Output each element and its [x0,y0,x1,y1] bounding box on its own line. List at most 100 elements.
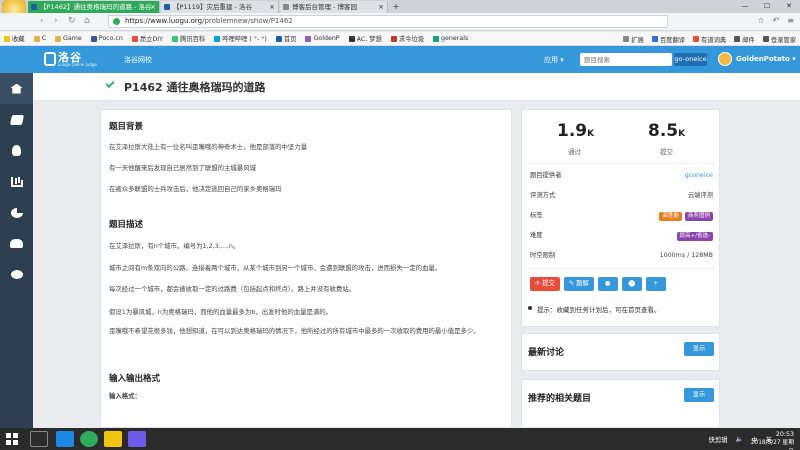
username: GoldenPotato ▾ [736,55,796,63]
close-tab-icon[interactable]: × [378,1,384,13]
volume-icon[interactable]: 🔈 [736,435,744,443]
new-tab-button[interactable]: + [390,1,402,13]
bookmark-item[interactable]: C [33,35,46,42]
bookmark-item[interactable]: GoldenP [305,35,340,42]
tag-badge[interactable]: 商务图例 [684,212,713,221]
app-icon[interactable] [128,431,146,447]
submit-label: 提交 [660,148,673,156]
maximize-button[interactable]: ☐ [756,0,778,13]
pie-chart-icon [10,207,23,218]
sidebar-item-problems[interactable] [0,104,33,135]
forward-icon[interactable]: › [54,16,58,26]
windows-start-icon[interactable] [6,433,18,445]
sidebar-item-stats[interactable] [0,197,33,228]
search-go-button[interactable]: go-oneice [674,53,707,66]
paragraph: 在艾泽拉斯，有n个城市。编号为1,2,3,...,n。 [109,242,240,250]
site-icon [433,35,440,42]
divider [528,268,715,269]
tab-blog-admin[interactable]: 博客后台管理 - 博客园 × [280,1,388,13]
add-task-button[interactable]: + [645,277,666,291]
secure-lock-icon [113,18,120,25]
paragraph: 每次经过一个城市，都会被收取一定的过路费（包括起点和终点）。路上并没有收费站。 [109,285,356,293]
accepted-check-icon [105,78,115,89]
chat-icon [10,270,23,279]
submit-button[interactable]: ✈ 提交 [530,277,560,291]
bookmark-item[interactable]: 昂立DIY [131,34,163,43]
bookmark-item[interactable]: 腾讯百科 [172,34,205,43]
sidebar-item-ideas[interactable] [0,135,33,166]
bookmark-item[interactable]: Game [55,35,82,42]
show-discussion-button[interactable]: 显示 [684,342,714,356]
bookmark-item[interactable]: 首页 [275,34,296,43]
lightbulb-icon [12,145,21,156]
site-school-link[interactable]: 洛谷网校 [124,55,152,65]
bookmark-item[interactable]: 求今垃圾 [390,34,424,43]
browser-tab-strip: 【P1462】通往奥格瑞玛的道路 - 洛谷 × 【P1119】灾后重建 - 洛谷… [0,0,800,28]
reload-icon[interactable]: ↻ [68,16,76,26]
ie-icon[interactable] [56,431,74,447]
extensions-button[interactable]: 扩展 [623,35,644,44]
bookmark-item[interactable]: 哔哩哔哩 ( °- °) [214,34,267,43]
tag-badge[interactable]: 高性能 [659,212,682,221]
tray-item[interactable]: 快剪辑 [709,435,728,444]
home-icon[interactable]: ⌂ [84,16,90,26]
paragraph: 在被众多联盟的士兵攻击后，他决定逃回自己的家乡奥格瑞玛 [109,185,282,193]
folder-icon [33,35,40,42]
tab-p1462[interactable]: 【P1462】通往奥格瑞玛的道路 - 洛谷 × [28,1,160,13]
card-title: 推荐的相关题目 [528,394,592,404]
youdao-button[interactable]: 有道词典 [693,35,726,44]
bookmark-item[interactable]: 收藏 [4,34,25,43]
minimize-button[interactable]: — [734,0,756,13]
bookmark-item[interactable]: generals [433,35,468,42]
sidebar-item-teams[interactable] [0,228,33,259]
recommended-problems-card: 推荐的相关题目 显示 [521,379,720,428]
info-row-tags: 标签 高性能 商务图例 [530,210,713,222]
undo-icon[interactable]: ↶ [773,16,780,25]
user-menu[interactable]: GoldenPotato ▾ [718,52,796,66]
task-view-icon[interactable] [30,431,48,447]
star-icon [4,35,10,42]
mail-button[interactable]: 邮件 [734,35,755,44]
provider-link[interactable]: gconeice [685,170,713,182]
divider [528,163,715,164]
browser-360-icon[interactable] [80,431,98,447]
close-window-button[interactable]: ✕ [778,0,800,13]
puzzle-icon [623,36,630,42]
windows-taskbar: 快剪辑 🔈 中 英 20:53 2018/5/27 星期日 [0,428,800,450]
show-recommended-button[interactable]: 显示 [684,388,714,402]
baidu-translate-button[interactable]: 百度翻译 [651,35,685,44]
apps-dropdown[interactable]: 应用 ▾ [544,55,564,65]
menu-icon[interactable]: ≡ [787,16,794,25]
back-icon[interactable]: ‹ [40,16,44,26]
bar-chart-icon [10,176,23,187]
tab-p1119[interactable]: 【P1119】灾后重建 - 洛谷 × [161,1,279,13]
close-tab-icon[interactable]: × [150,1,156,13]
luogu-logo[interactable]: 洛谷 Luogu Online Judge [44,49,108,70]
url-field[interactable]: https://www.luogu.org/problemnew/show/P1… [108,15,668,28]
system-clock[interactable]: 20:53 2018/5/27 星期日 [746,430,794,450]
problem-search-input[interactable] [580,53,672,66]
login-manager-button[interactable]: 登录管家 [762,35,796,44]
folder-icon[interactable] [104,431,122,447]
tag-icon[interactable]: ⬤ [621,277,642,291]
site-icon [305,35,312,42]
pass-label: 通过 [568,148,581,156]
avatar [718,52,732,66]
tag-list: 高性能 商务图例 [656,210,713,222]
bookmark-item[interactable]: AC, 梦想 [348,34,382,43]
sidebar-item-records[interactable] [0,166,33,197]
sidebar-item-home[interactable] [0,73,33,104]
close-tab-icon[interactable]: × [269,1,275,13]
solution-button[interactable]: ✎ 题解 [563,277,594,291]
sidebar-item-chat[interactable] [0,259,33,290]
star-icon[interactable]: ☆ [757,16,764,25]
bookmarks-right: 扩展 百度翻译 有道词典 邮件 登录管家 [617,32,796,45]
clock-time: 20:53 [775,431,794,438]
folder-icon [55,35,61,42]
section-heading: 题目背景 [109,122,144,132]
page-title: P1462 通往奥格瑞玛的道路 [124,81,266,94]
discuss-icon[interactable]: ● [597,277,618,291]
task-tip: 提示：收藏到任务计划后，可在首页查看。 [528,306,661,314]
bookmark-item[interactable]: Poco.cn [90,35,123,42]
luogu-favicon-icon [164,4,170,10]
